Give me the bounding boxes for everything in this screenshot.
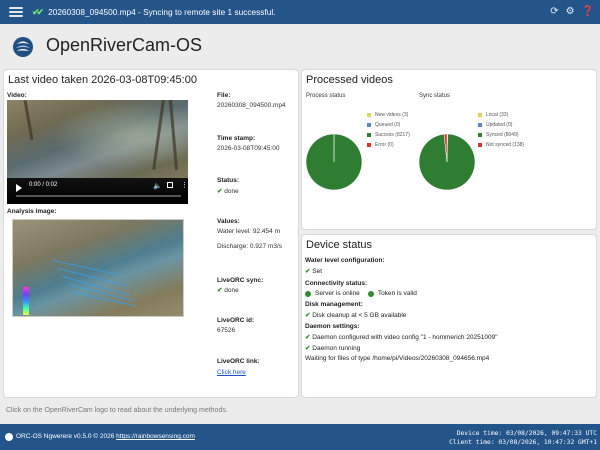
connectivity-label: Connectivity status: [305,280,368,287]
check-icon: ✔ [217,188,223,195]
double-check-icon: ✔✔ [32,6,44,17]
liveorc-id-value: 67526 [217,327,236,334]
legend-item: Updated (0) [478,120,524,130]
gear-icon[interactable]: ⚙ [566,5,575,19]
pie-slice-success [305,133,363,191]
more-options-icon[interactable]: ⋮ [181,181,188,189]
analysis-label: Analysis image: [7,208,57,215]
disk-management-label: Disk management: [305,301,363,308]
check-icon: ✔ [305,268,311,275]
logo-hint-text: Click on the OpenRiverCam logo to read a… [6,407,228,414]
process-status-label: Process status [306,93,346,99]
video-label: Video: [7,92,27,99]
top-bar: ✔✔ 20260308_094500.mp4 - Syncing to remo… [0,0,600,24]
legend-item: Synced (8049) [478,130,524,140]
values-label: Values: [217,218,240,225]
footer: ORC-OS Ngwerere v0.5.0 © 2026 https://ra… [0,424,600,450]
liveorc-link-label: LiveORC link: [217,358,260,365]
hamburger-icon[interactable] [9,7,23,17]
legend-item: Success (8217) [367,130,410,140]
status-label: Status: [217,177,240,184]
file-value: 20260308_094500.mp4 [217,102,286,109]
velocity-colorbar [23,287,29,315]
file-label: File: [217,92,231,99]
check-icon: ✔ [217,287,223,294]
video-frame [7,100,188,186]
daemon-settings-label: Daemon settings: [305,323,360,330]
liveorc-link[interactable]: Click here [217,369,246,376]
waiting-files-text: Waiting for files of type /home/pi/Video… [305,355,490,362]
connectivity-status: Server is online Token is valid [305,290,417,297]
legend-item: Error (0) [367,140,410,150]
sync-legend: Local (33) Updated (0) Synced (8049) Not… [478,110,524,150]
status-value: ✔ done [217,188,239,195]
video-time: 0:00 / 0:02 [29,182,58,188]
water-level-config-label: Water level configuration: [305,257,385,264]
processed-videos-title: Processed videos [306,74,393,86]
process-status-pie [305,133,363,191]
play-icon[interactable] [16,184,22,192]
timestamp-label: Time stamp: [217,135,256,142]
footer-logo-icon [5,433,13,441]
sync-status-message: 20260308_094500.mp4 - Syncing to remote … [48,7,276,17]
check-icon: ✔ [305,345,311,352]
timestamp-value: 2026-03-08T09:45:00 [217,145,280,152]
legend-item: Not synced (138) [478,140,524,150]
video-player[interactable]: 0:00 / 0:02 🔈 ⋮ [7,100,188,204]
video-progress-bar[interactable] [16,195,181,197]
openrivercam-logo[interactable] [12,36,34,58]
analysis-image [12,219,184,317]
footer-copyright: ORC-OS Ngwerere v0.5.0 © 2026 https://ra… [16,433,195,440]
disk-management-value: ✔ Disk cleanup at < 5 GB available [305,311,407,320]
liveorc-sync-label: LiveORC sync: [217,277,264,284]
volume-icon[interactable]: 🔈 [153,182,162,190]
process-legend: New videos (3) Queued (0) Success (8217)… [367,110,410,150]
legend-item: New videos (3) [367,110,410,120]
check-icon: ✔ [305,334,311,341]
refresh-icon[interactable]: ⟳ [550,5,558,19]
liveorc-id-label: LiveORC id: [217,317,255,324]
device-status-title: Device status [306,239,373,251]
client-time: Client time: 03/08/2026, 10:47:32 GMT+1 [449,439,597,446]
water-level-config-value: ✔ Set [305,267,323,276]
video-controls: 0:00 / 0:02 🔈 ⋮ [7,178,188,204]
liveorc-sync-value: ✔ done [217,287,239,294]
sync-status-pie [418,133,476,191]
fullscreen-icon[interactable] [167,182,173,188]
legend-item: Local (33) [478,110,524,120]
water-level-value: Water level: 92.454 m [217,228,280,235]
sync-status-label: Sync status [419,93,451,99]
last-video-title: Last video taken 2026-03-08T09:45:00 [8,74,197,86]
token-valid-indicator [367,290,374,297]
device-time: Device time: 03/08/2026, 09:47:33 UTC [456,430,597,437]
daemon-config-value: ✔ Daemon configured with video config "1… [305,333,498,342]
server-online-indicator [305,290,311,297]
daemon-running-value: ✔ Daemon running [305,344,361,353]
rainbowsensing-link[interactable]: https://rainbowsensing.com [116,433,195,440]
footer-times: Device time: 03/08/2026, 09:47:33 UTC Cl… [449,429,597,447]
discharge-value: Discharge: 0.927 m3/s [217,243,283,250]
legend-item: Queued (0) [367,120,410,130]
check-icon: ✔ [305,312,311,319]
app-title: OpenRiverCam-OS [46,35,203,55]
help-icon[interactable]: ❓ [582,5,594,19]
